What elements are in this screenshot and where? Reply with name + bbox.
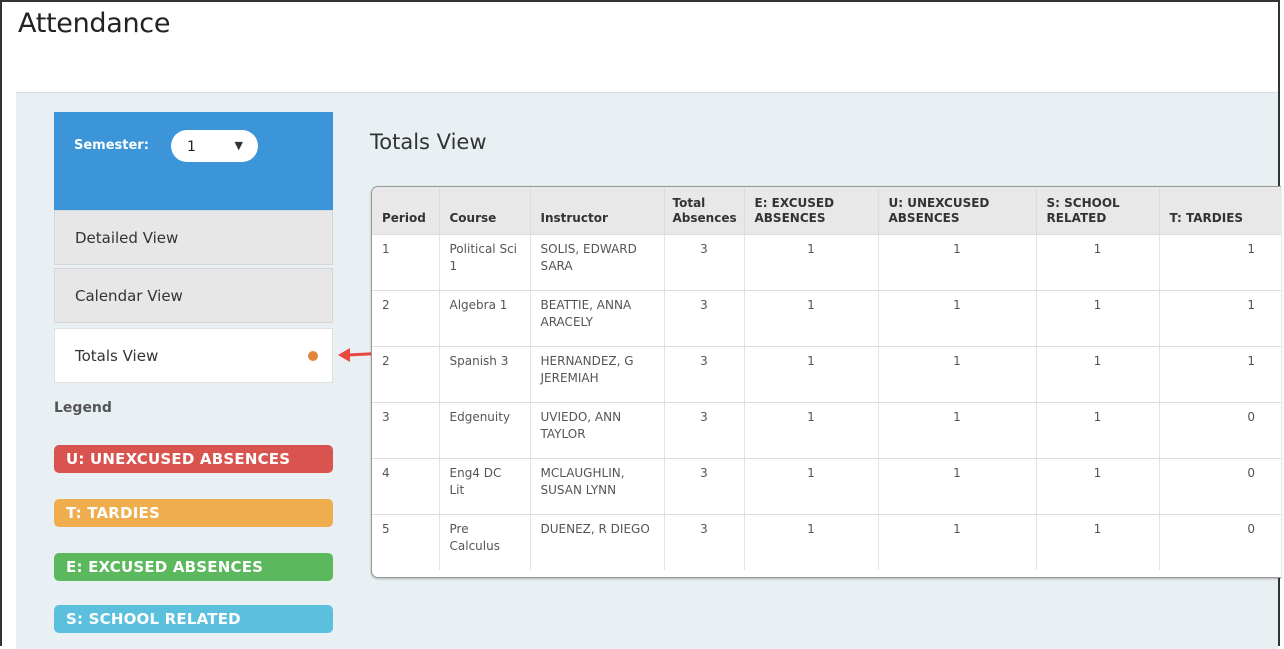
table-row: 2 Algebra 1 BEATTIE, ANNA ARACELY 3 1 1 … (372, 289, 1281, 346)
cell-total-absences: 3 (663, 345, 744, 402)
col-header-school-related: S: SCHOOL RELATED (1035, 187, 1159, 234)
cell-school-related: 1 (1035, 233, 1159, 290)
totals-table: Period Course Instructor Total Absences … (372, 187, 1281, 570)
cell-school-related: 1 (1035, 513, 1159, 570)
col-header-unexcused: U: UNEXCUSED ABSENCES (877, 187, 1036, 234)
cell-tardies: 0 (1158, 457, 1281, 514)
legend-school-related-badge: S: SCHOOL RELATED (54, 605, 333, 633)
cell-unexcused: 1 (877, 289, 1036, 346)
legend-excused-badge: E: EXCUSED ABSENCES (54, 553, 333, 581)
cell-school-related: 1 (1035, 457, 1159, 514)
section-title: Totals View (370, 130, 487, 154)
cell-excused: 1 (743, 345, 878, 402)
col-header-label: T: TARDIES (1169, 210, 1244, 225)
cell-unexcused: 1 (877, 513, 1036, 570)
cell-tardies: 1 (1158, 345, 1281, 402)
nav-detailed-view[interactable]: Detailed View (54, 210, 333, 265)
semester-panel: Semester: 1 ▼ (54, 112, 333, 210)
col-header-course: Course (438, 187, 530, 234)
cell-total-absences: 3 (663, 233, 744, 290)
col-header-label: E: EXCUSED ABSENCES (754, 195, 835, 225)
col-header-label: U: UNEXCUSED ABSENCES (888, 195, 990, 225)
nav-label: Totals View (75, 347, 159, 365)
cell-total-absences: 3 (663, 401, 744, 458)
col-header-tardies: T: TARDIES (1158, 187, 1281, 234)
legend-unexcused-badge: U: UNEXCUSED ABSENCES (54, 445, 333, 473)
cell-course: Edgenuity (438, 401, 530, 458)
semester-value: 1 (187, 139, 196, 155)
cell-instructor: BEATTIE, ANNA ARACELY (529, 289, 664, 346)
cell-excused: 1 (743, 513, 878, 570)
col-header-label: Course (449, 210, 497, 225)
col-header-total-absences: Total Absences (663, 187, 744, 234)
cell-period: 2 (372, 289, 439, 346)
cell-tardies: 0 (1158, 401, 1281, 458)
table-row: 3 Edgenuity UVIEDO, ANN TAYLOR 3 1 1 1 0 (372, 401, 1281, 458)
table-header-row: Period Course Instructor Total Absences … (372, 187, 1281, 234)
cell-excused: 1 (743, 233, 878, 290)
cell-course: Political Sci 1 (438, 233, 530, 290)
table-row: 2 Spanish 3 HERNANDEZ, G JEREMIAH 3 1 1 … (372, 345, 1281, 402)
cell-period: 4 (372, 457, 439, 514)
cell-course: Algebra 1 (438, 289, 530, 346)
cell-total-absences: 3 (663, 289, 744, 346)
cell-excused: 1 (743, 401, 878, 458)
cell-unexcused: 1 (877, 401, 1036, 458)
col-header-excused: E: EXCUSED ABSENCES (743, 187, 878, 234)
nav-label: Detailed View (75, 229, 179, 247)
cell-course: Eng4 DC Lit (438, 457, 530, 514)
col-header-label: Total Absences (672, 195, 737, 225)
cell-period: 2 (372, 345, 439, 402)
cell-period: 1 (372, 233, 439, 290)
col-header-label: Instructor (540, 210, 608, 225)
cell-school-related: 1 (1035, 401, 1159, 458)
table-row: 4 Eng4 DC Lit MCLAUGHLIN, SUSAN LYNN 3 1… (372, 457, 1281, 514)
cell-excused: 1 (743, 457, 878, 514)
cell-school-related: 1 (1035, 289, 1159, 346)
cell-tardies: 1 (1158, 289, 1281, 346)
cell-school-related: 1 (1035, 345, 1159, 402)
table-row: 1 Political Sci 1 SOLIS, EDWARD SARA 3 1… (372, 233, 1281, 290)
cell-unexcused: 1 (877, 345, 1036, 402)
semester-select[interactable]: 1 ▼ (171, 130, 258, 162)
nav-calendar-view[interactable]: Calendar View (54, 268, 333, 323)
legend-title: Legend (54, 400, 112, 416)
semester-label: Semester: (74, 138, 149, 153)
cell-period: 3 (372, 401, 439, 458)
cell-unexcused: 1 (877, 233, 1036, 290)
cell-course: Spanish 3 (438, 345, 530, 402)
col-header-label: S: SCHOOL RELATED (1046, 195, 1120, 225)
nav-label: Calendar View (75, 287, 183, 305)
nav-totals-view[interactable]: Totals View (54, 328, 333, 383)
cell-instructor: SOLIS, EDWARD SARA (529, 233, 664, 290)
cell-unexcused: 1 (877, 457, 1036, 514)
cell-instructor: MCLAUGHLIN, SUSAN LYNN (529, 457, 664, 514)
cell-instructor: UVIEDO, ANN TAYLOR (529, 401, 664, 458)
chevron-down-icon: ▼ (234, 139, 243, 152)
active-indicator-dot (308, 351, 318, 361)
col-header-period: Period (372, 187, 439, 234)
page-title: Attendance (18, 8, 171, 39)
totals-table-container: Period Course Instructor Total Absences … (371, 186, 1281, 578)
cell-period: 5 (372, 513, 439, 570)
table-row: 5 Pre Calculus DUENEZ, R DIEGO 3 1 1 1 0 (372, 513, 1281, 570)
cell-total-absences: 3 (663, 513, 744, 570)
col-header-label: Period (382, 210, 426, 225)
cell-instructor: DUENEZ, R DIEGO (529, 513, 664, 570)
cell-course: Pre Calculus (438, 513, 530, 570)
cell-excused: 1 (743, 289, 878, 346)
cell-tardies: 0 (1158, 513, 1281, 570)
cell-total-absences: 3 (663, 457, 744, 514)
legend-tardies-badge: T: TARDIES (54, 499, 333, 527)
cell-instructor: HERNANDEZ, G JEREMIAH (529, 345, 664, 402)
col-header-instructor: Instructor (529, 187, 664, 234)
cell-tardies: 1 (1158, 233, 1281, 290)
